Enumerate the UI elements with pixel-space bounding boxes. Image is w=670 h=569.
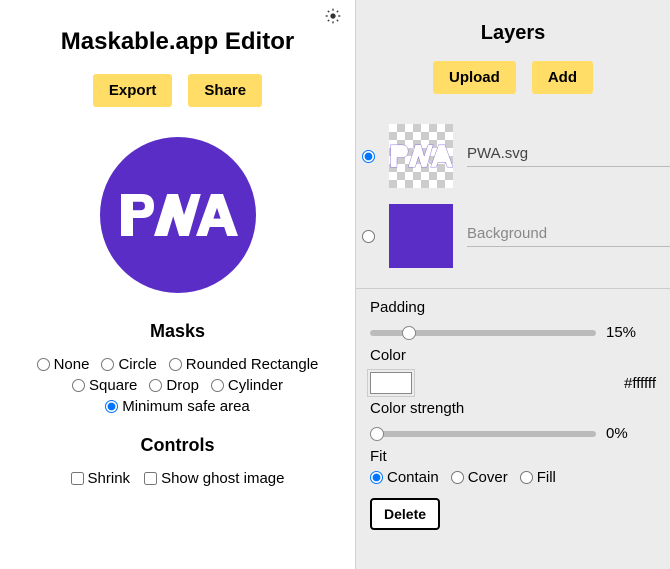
mask-option-cylinder[interactable]: Cylinder bbox=[211, 377, 283, 394]
toolbar: Export Share bbox=[93, 74, 262, 107]
ghost-checkbox[interactable]: Show ghost image bbox=[144, 470, 284, 487]
mask-option-none[interactable]: None bbox=[37, 356, 90, 373]
delete-layer-button[interactable]: Delete bbox=[370, 498, 440, 530]
layer-row[interactable]: PWA.svg bbox=[356, 116, 670, 196]
page-title: Maskable.app Editor bbox=[61, 28, 294, 56]
layer-row[interactable]: Background bbox=[356, 196, 670, 276]
layers-toolbar: Upload Add bbox=[356, 61, 670, 94]
fit-radio-group: Contain Cover Fill bbox=[370, 469, 656, 486]
layer-thumbnail bbox=[389, 204, 453, 268]
color-strength-label: Color strength bbox=[370, 400, 656, 417]
masks-heading: Masks bbox=[150, 321, 205, 342]
color-strength-slider[interactable] bbox=[370, 431, 596, 437]
layers-heading: Layers bbox=[356, 22, 670, 45]
color-strength-value: 0% bbox=[606, 425, 656, 442]
theme-toggle-icon[interactable] bbox=[325, 8, 341, 24]
add-layer-button[interactable]: Add bbox=[532, 61, 593, 94]
pwa-logo-icon bbox=[118, 191, 238, 239]
mask-option-circle[interactable]: Circle bbox=[101, 356, 156, 373]
controls-heading: Controls bbox=[141, 435, 215, 456]
fit-label: Fit bbox=[370, 448, 656, 465]
controls-group: Shrink Show ghost image bbox=[71, 470, 285, 487]
color-hex: #ffffff bbox=[624, 375, 656, 392]
color-label: Color bbox=[370, 347, 656, 364]
layer-properties: Padding 15% Color #ffffff Color strength… bbox=[356, 288, 670, 544]
layer-select-radio[interactable] bbox=[362, 230, 375, 243]
layers-panel: Layers Upload Add PWA.svg Background Pad… bbox=[355, 0, 670, 569]
mask-option-rounded-rectangle[interactable]: Rounded Rectangle bbox=[169, 356, 319, 373]
fit-option-fill[interactable]: Fill bbox=[520, 469, 556, 486]
layers-list: PWA.svg Background bbox=[356, 116, 670, 276]
layer-select-radio[interactable] bbox=[362, 150, 375, 163]
mask-option-minimum-safe-area[interactable]: Minimum safe area bbox=[105, 398, 250, 415]
padding-slider[interactable] bbox=[370, 330, 596, 336]
layer-name: PWA.svg bbox=[467, 145, 670, 167]
color-swatch[interactable] bbox=[370, 372, 412, 394]
fit-option-cover[interactable]: Cover bbox=[451, 469, 508, 486]
upload-button[interactable]: Upload bbox=[433, 61, 516, 94]
mask-option-square[interactable]: Square bbox=[72, 377, 137, 394]
padding-value: 15% bbox=[606, 324, 656, 341]
padding-label: Padding bbox=[370, 299, 656, 316]
editor-panel: Maskable.app Editor Export Share Masks N… bbox=[0, 0, 355, 569]
mask-option-drop[interactable]: Drop bbox=[149, 377, 199, 394]
masks-radio-group: None Circle Rounded Rectangle Square Dro… bbox=[10, 356, 345, 415]
layer-name: Background bbox=[467, 225, 670, 247]
pwa-logo-icon bbox=[389, 124, 453, 188]
shrink-checkbox[interactable]: Shrink bbox=[71, 470, 131, 487]
export-button[interactable]: Export bbox=[93, 74, 173, 107]
share-button[interactable]: Share bbox=[188, 74, 262, 107]
layer-thumbnail bbox=[389, 124, 453, 188]
fit-option-contain[interactable]: Contain bbox=[370, 469, 439, 486]
icon-preview bbox=[100, 137, 256, 293]
